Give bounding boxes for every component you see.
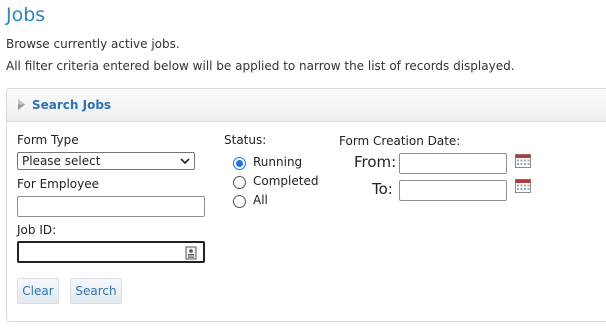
search-panel-header[interactable]: Search Jobs <box>7 89 606 122</box>
job-id-label: Job ID: <box>17 223 57 237</box>
calendar-icon[interactable] <box>515 179 531 193</box>
to-date-input[interactable] <box>399 180 507 201</box>
id-card-icon <box>185 246 197 260</box>
from-date-input[interactable] <box>399 153 507 174</box>
search-panel-title: Search Jobs <box>32 98 112 112</box>
from-label: From: <box>354 153 397 171</box>
filter-description: All filter criteria entered below will b… <box>6 59 515 73</box>
clear-button[interactable]: Clear <box>17 278 59 304</box>
page-title: Jobs <box>6 4 46 26</box>
status-label: Status: <box>224 133 267 147</box>
status-completed-label: Completed <box>253 174 319 188</box>
triangle-right-icon <box>18 99 25 110</box>
status-all-label: All <box>253 193 268 207</box>
search-button[interactable]: Search <box>70 278 122 304</box>
creation-date-label: Form Creation Date: <box>339 134 461 148</box>
form-type-label: Form Type <box>17 133 79 147</box>
form-type-value: Please select <box>22 154 101 168</box>
radio-running[interactable] <box>233 157 246 170</box>
job-id-input[interactable] <box>17 241 205 263</box>
radio-completed[interactable] <box>233 176 246 189</box>
employee-input[interactable] <box>17 196 205 217</box>
chevron-down-icon <box>180 158 190 165</box>
calendar-icon[interactable] <box>515 154 531 168</box>
form-type-select[interactable]: Please select <box>17 152 195 170</box>
search-panel: Search Jobs Form Type Please select For … <box>6 88 606 322</box>
employee-label: For Employee <box>17 177 99 191</box>
page-description: Browse currently active jobs. <box>6 37 180 51</box>
to-label: To: <box>372 180 393 198</box>
radio-all[interactable] <box>233 195 246 208</box>
status-running-label: Running <box>253 155 303 169</box>
